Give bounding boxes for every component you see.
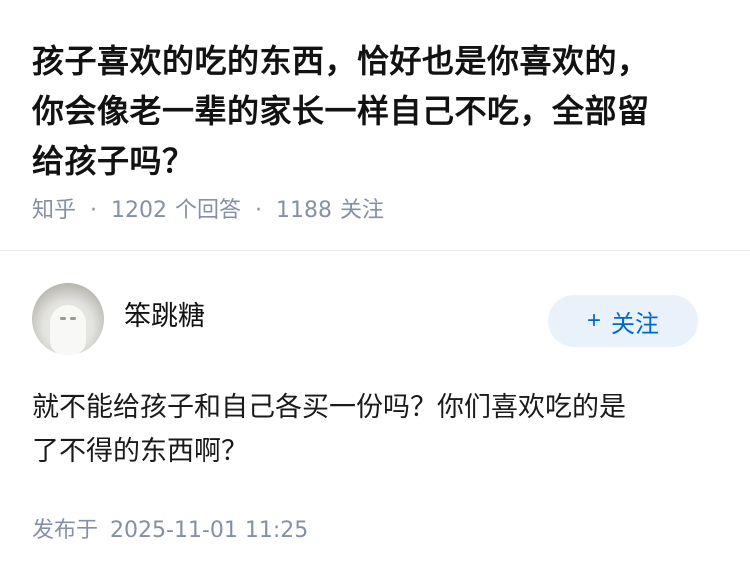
snowy-owl-icon	[50, 305, 86, 355]
owl-eye-icon	[70, 317, 76, 320]
answer-content-line: 就不能给孩子和自己各买一份吗？你们喜欢吃的是	[32, 392, 626, 423]
answer-author-bar: 笨跳糖 + 关注	[0, 251, 750, 371]
author-name[interactable]: 笨跳糖	[124, 299, 205, 335]
publish-label: 发布于	[32, 518, 99, 543]
followers-label: 关注	[340, 198, 385, 223]
owl-eye-icon	[60, 317, 66, 320]
question-meta: 知乎 · 1202 个回答 · 1188 关注	[32, 196, 384, 226]
publish-time: 2025-11-01 11:25	[110, 518, 309, 543]
meta-separator-dot: ·	[255, 198, 263, 223]
followers-count: 1188	[276, 198, 333, 223]
follow-button[interactable]: + 关注	[548, 295, 698, 347]
question-title-line: 给孩子吗？	[32, 142, 195, 180]
source-label[interactable]: 知乎	[32, 196, 76, 226]
answer-content[interactable]: 就不能给孩子和自己各买一份吗？你们喜欢吃的是 了不得的东西啊？	[32, 386, 722, 474]
question-title-line: 孩子喜欢的吃的东西，恰好也是你喜欢的，	[32, 42, 650, 80]
meta-separator-dot: ·	[90, 198, 98, 223]
answers-label: 个回答	[175, 198, 242, 223]
avatar[interactable]	[32, 283, 104, 355]
question-title[interactable]: 孩子喜欢的吃的东西，恰好也是你喜欢的， 你会像老一辈的家长一样自己不吃，全部留 …	[32, 36, 732, 186]
publish-info: 发布于 2025-11-01 11:25	[32, 516, 308, 546]
question-header: 孩子喜欢的吃的东西，恰好也是你喜欢的， 你会像老一辈的家长一样自己不吃，全部留 …	[0, 0, 750, 250]
answer-content-line: 了不得的东西啊？	[32, 436, 248, 467]
plus-icon: +	[586, 307, 601, 334]
question-title-line: 你会像老一辈的家长一样自己不吃，全部留	[32, 92, 650, 130]
follow-button-label: 关注	[611, 310, 659, 338]
answers-count: 1202	[111, 198, 168, 223]
